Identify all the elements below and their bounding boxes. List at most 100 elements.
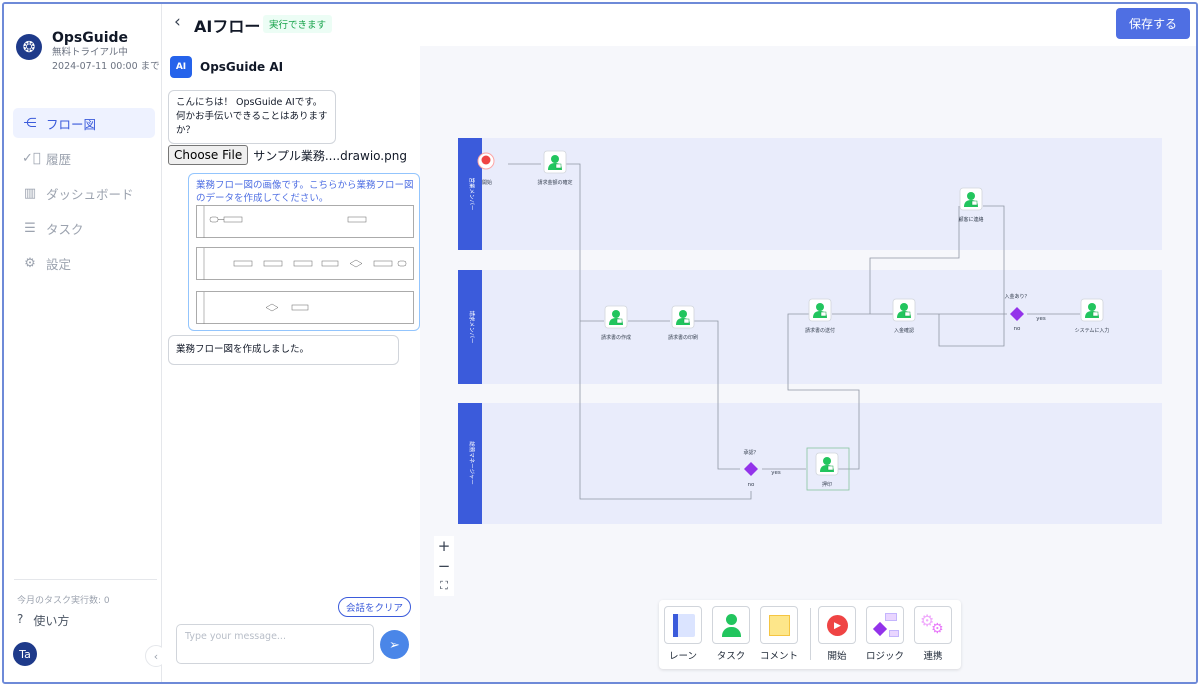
- file-upload: Choose File サンプル業務....drawio.png: [168, 145, 407, 165]
- header: ‹ AIフロー 実行できます 保存する: [162, 4, 1196, 46]
- list-icon: ☰: [24, 220, 36, 236]
- sidebar-item-flow[interactable]: ⋲ フロー図: [13, 108, 155, 138]
- sidebar-item-dashboard[interactable]: ▥ ダッシュボード: [13, 178, 155, 208]
- palette-item-task[interactable]: タスク: [711, 606, 751, 662]
- palette-label: レーン: [668, 651, 698, 662]
- palette-item-lane[interactable]: レーン: [663, 606, 703, 662]
- sidebar-item-label: フロー図: [46, 116, 97, 132]
- task-quota-label: 今月のタスク実行数: 0: [17, 596, 110, 606]
- palette-label: ロジック: [865, 651, 904, 662]
- sidebar-item-settings[interactable]: ⚙ 設定: [13, 248, 155, 278]
- node-label: 承認？: [743, 449, 758, 456]
- node-label: 押印: [822, 481, 832, 488]
- integration-gear-icon: ⚙ ⚙: [914, 606, 952, 644]
- uploaded-flow-thumbnail: [196, 205, 414, 324]
- sidebar-item-label: タスク: [46, 221, 84, 237]
- send-button[interactable]: ➢: [380, 630, 409, 659]
- palette-item-logic[interactable]: ロジック: [865, 606, 905, 662]
- ai-chat-panel: AI OpsGuide AI こんにちは！ OpsGuide AIです。何かお手…: [162, 46, 420, 682]
- app-window: ❂ OpsGuide 無料トライアル中 2024-07-11 00:00 まで …: [2, 2, 1198, 684]
- node-label: 顧客に連絡: [958, 216, 983, 223]
- task-node[interactable]: 請求書の作成: [601, 305, 631, 341]
- page-title: AIフロー: [194, 17, 261, 36]
- start-play-icon: ▶: [818, 606, 856, 644]
- ai-name: OpsGuide AI: [200, 60, 284, 74]
- task-node[interactable]: 請求書の印刷: [668, 305, 698, 341]
- robot-icon: AI: [170, 56, 192, 78]
- choose-file-button[interactable]: Choose File: [168, 145, 249, 165]
- edge-label-no: no: [1014, 326, 1021, 332]
- palette-item-comment[interactable]: コメント: [759, 606, 799, 662]
- clear-conversation-button[interactable]: 会話をクリア: [338, 597, 412, 617]
- zoom-in-button[interactable]: +: [434, 536, 454, 556]
- help-link[interactable]: ? 使い方: [17, 612, 69, 629]
- node-label: システムに入力: [1075, 327, 1110, 334]
- trial-until-label: 2024-07-11 00:00 まで: [52, 61, 160, 72]
- zoom-controls: + − ⛶: [434, 536, 454, 596]
- sidebar-footer: 今月のタスク実行数: 0 ? 使い方 Ta ‹: [4, 579, 167, 682]
- lane-label: 請求メンバー: [468, 310, 476, 343]
- edge-label-yes: yes: [771, 470, 781, 476]
- task-node[interactable]: 入金確認: [892, 298, 916, 334]
- sidebar: ❂ OpsGuide 無料トライアル中 2024-07-11 00:00 まで …: [4, 4, 167, 682]
- chart-icon: ▥: [23, 185, 37, 201]
- sidebar-item-label: ダッシュボード: [46, 186, 134, 202]
- flow-canvas[interactable]: 営業メンバー 請求メンバー 総務マネージャー 開始 請求金額の確定 顧客に連絡 …: [420, 46, 1198, 684]
- palette-label: タスク: [716, 651, 746, 662]
- gear-icon: ⚙: [24, 255, 36, 271]
- node-label: 請求書の送付: [805, 327, 835, 334]
- palette-label: 連携: [923, 651, 943, 662]
- node-label: 請求金額の確定: [537, 179, 572, 186]
- palette-item-start[interactable]: ▶ 開始: [817, 606, 857, 662]
- file-name: サンプル業務....drawio.png: [253, 148, 407, 163]
- fit-view-button[interactable]: ⛶: [434, 576, 454, 596]
- user-message-bubble: 業務フロー図の画像です。こちらから業務フロー図のデータを作成してください。: [188, 173, 420, 331]
- lane-billing[interactable]: [458, 270, 1162, 384]
- ai-header: AI OpsGuide AI: [170, 56, 283, 78]
- sidebar-item-label: 履歴: [46, 151, 72, 167]
- palette-item-integration[interactable]: ⚙ ⚙ 連携: [913, 606, 953, 662]
- sidebar-nav: ⋲ フロー図 ✓⃝ 履歴 ▥ ダッシュボード ☰ タスク ⚙ 設定: [13, 108, 155, 283]
- task-person-icon: [712, 606, 750, 644]
- user-message-text: 業務フロー図の画像です。こちらから業務フロー図のデータを作成してください。: [196, 180, 414, 204]
- help-label: 使い方: [33, 614, 70, 628]
- node-palette: レーン タスク コメント ▶ 開始 ロジック ⚙ ⚙ 連携: [659, 600, 961, 669]
- save-button[interactable]: 保存する: [1116, 8, 1190, 39]
- node-label: 請求書の印刷: [668, 334, 698, 341]
- palette-label: 開始: [827, 651, 847, 662]
- edge-label-no: no: [748, 482, 755, 488]
- flow-icon: ⋲: [23, 115, 37, 131]
- logic-diamond-icon: [866, 606, 904, 644]
- lane-label: 総務マネージャー: [468, 441, 476, 485]
- divider: [14, 579, 157, 580]
- palette-divider: [810, 608, 811, 660]
- avatar[interactable]: Ta: [13, 642, 37, 666]
- brand-name: OpsGuide: [52, 30, 129, 46]
- comment-note-icon: [760, 606, 798, 644]
- sidebar-item-label: 設定: [46, 256, 72, 272]
- lane-label: 営業メンバー: [468, 177, 476, 210]
- node-label: 開始: [482, 179, 492, 186]
- sidebar-item-tasks[interactable]: ☰ タスク: [13, 213, 155, 243]
- edge-label-yes: yes: [1036, 316, 1046, 322]
- check-circle-icon: ✓⃝: [22, 150, 41, 166]
- opsguide-logo-icon: ❂: [16, 34, 42, 60]
- back-chevron-icon[interactable]: ‹: [174, 12, 181, 32]
- message-input[interactable]: [176, 624, 374, 664]
- ai-reply-bubble: 業務フロー図を作成しました。: [168, 335, 399, 365]
- sidebar-item-history[interactable]: ✓⃝ 履歴: [13, 143, 155, 173]
- lane-icon: [664, 606, 702, 644]
- palette-label: コメント: [759, 651, 798, 662]
- task-node[interactable]: 顧客に連絡: [958, 187, 984, 223]
- send-icon: ➢: [389, 636, 400, 652]
- lane-manager[interactable]: [458, 403, 1162, 524]
- zoom-out-button[interactable]: −: [434, 556, 454, 576]
- node-label: 請求書の作成: [601, 334, 631, 341]
- ai-greeting-bubble: こんにちは！ OpsGuide AIです。何かお手伝いできることはありますか？: [168, 90, 336, 144]
- brand: ❂ OpsGuide 無料トライアル中 2024-07-11 00:00 まで: [16, 30, 160, 74]
- flow-diagram[interactable]: 営業メンバー 請求メンバー 総務マネージャー 開始 請求金額の確定 顧客に連絡 …: [420, 46, 1198, 684]
- node-label: 入金確認: [894, 327, 914, 334]
- plan-label: 無料トライアル中: [52, 47, 128, 58]
- task-node[interactable]: 請求書の送付: [805, 298, 835, 334]
- status-badge: 実行できます: [263, 15, 333, 33]
